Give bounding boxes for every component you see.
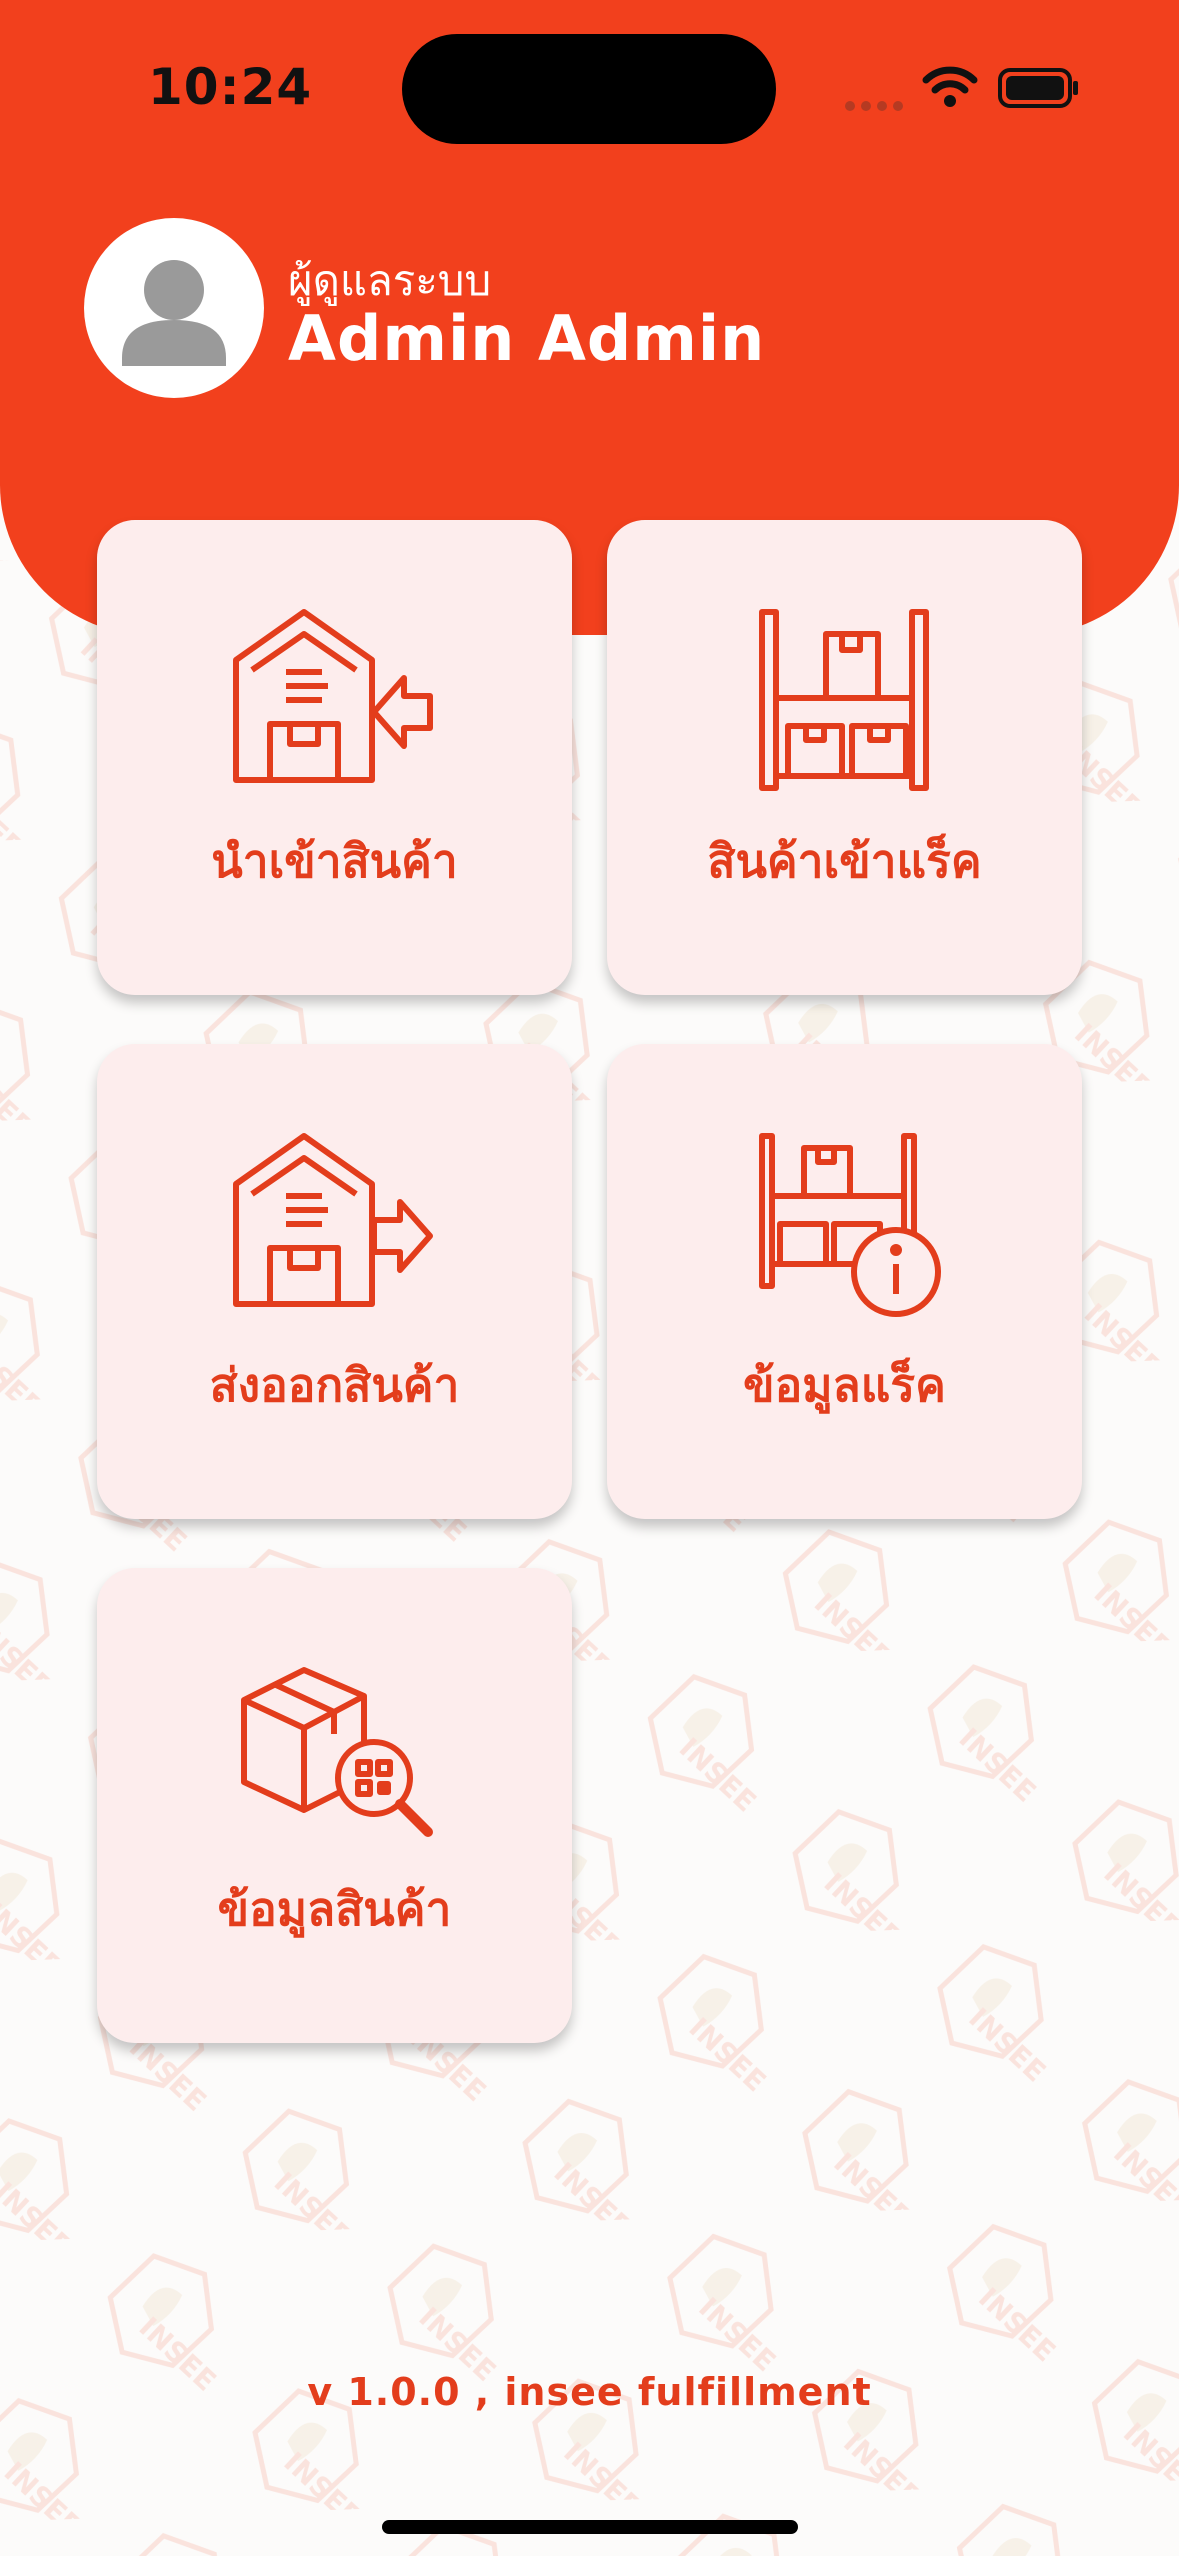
status-time: 10:24 [148, 58, 313, 116]
menu-card-export-label: ส่งออกสินค้า [209, 1358, 460, 1412]
warehouse-import-icon [233, 609, 433, 783]
battery-icon [998, 68, 1078, 108]
home-indicator[interactable] [382, 2520, 798, 2534]
warehouse-export-icon [233, 1133, 433, 1307]
menu-card-export[interactable]: ส่งออกสินค้า [97, 1044, 572, 1519]
app-version: v 1.0.0 , insee fulfillment [307, 2370, 872, 2414]
menu-card-rack-in-label: สินค้าเข้าแร็ค [707, 834, 982, 888]
wifi-icon [922, 66, 978, 107]
user-name: Admin Admin [288, 302, 766, 375]
menu-card-product-info-label: ข้อมูลสินค้า [217, 1882, 452, 1936]
menu-card-import-label: นำเข้าสินค้า [211, 834, 458, 888]
menu-card-rack-info-label: ข้อมูลแร็ค [743, 1358, 946, 1412]
rack-boxes-icon [759, 609, 929, 791]
box-qr-search-icon [241, 1667, 433, 1837]
menu-card-product-info[interactable]: ข้อมูลสินค้า [97, 1568, 572, 2043]
cellular-signal-icon [845, 96, 909, 115]
rack-info-icon [759, 1133, 941, 1317]
person-icon [122, 260, 226, 366]
menu-card-rack-info[interactable]: ข้อมูลแร็ค [607, 1044, 1082, 1519]
user-avatar[interactable] [84, 218, 264, 398]
status-bar: 10:24 [0, 0, 1179, 170]
menu-card-import[interactable]: นำเข้าสินค้า [97, 520, 572, 995]
menu-card-rack-in[interactable]: สินค้าเข้าแร็ค [607, 520, 1082, 995]
dynamic-island [402, 34, 776, 144]
